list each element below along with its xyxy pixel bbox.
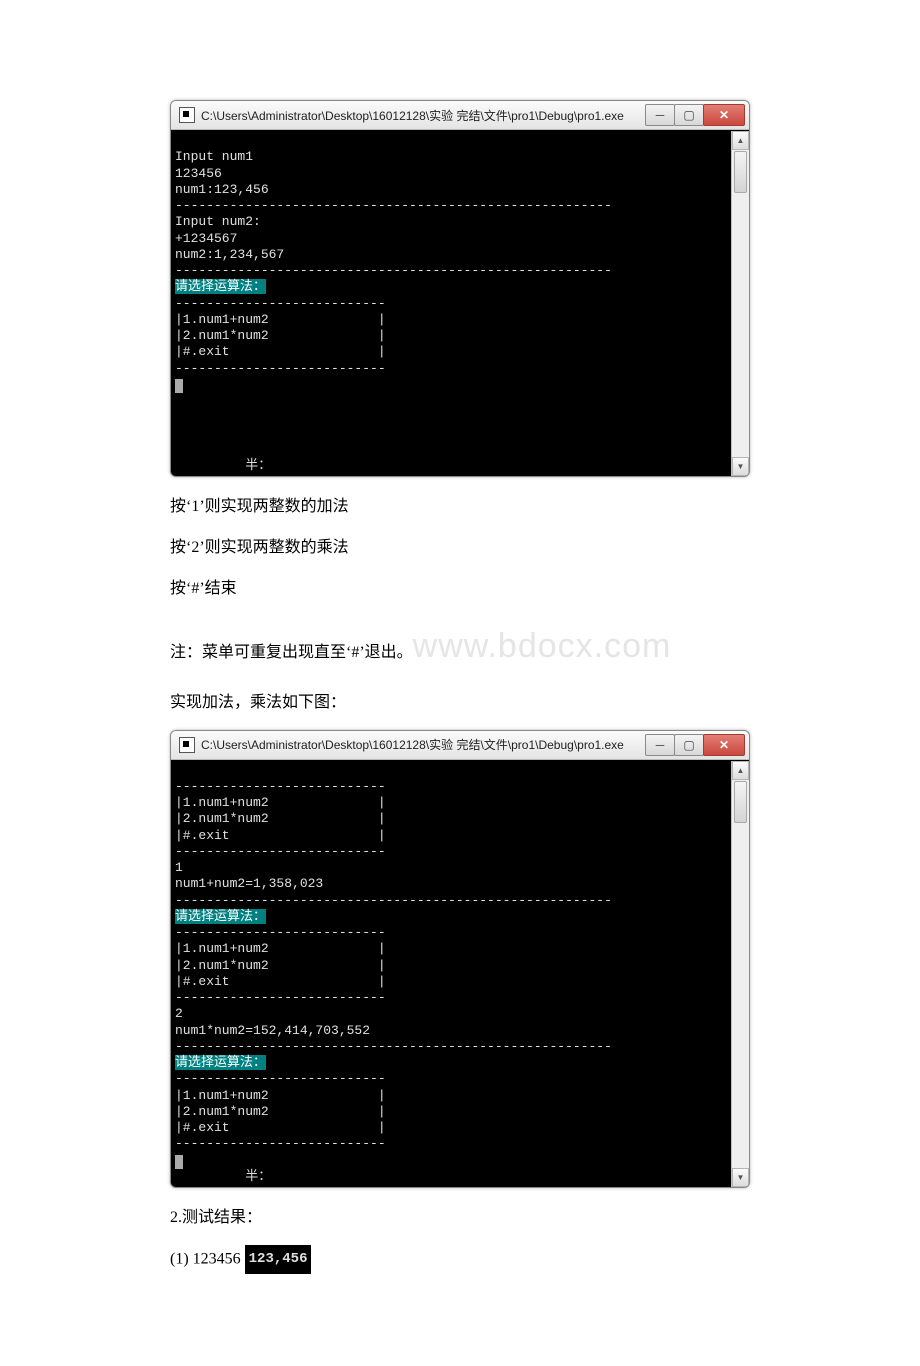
caption-line: 注：菜单可重复出现直至‘#’退出。www.bdocx.com <box>170 616 750 677</box>
console-line: Input num2: <box>175 214 261 229</box>
console-line: |#.exit | <box>175 344 386 359</box>
document-page: C:\Users\Administrator\Desktop\16012128\… <box>0 0 920 1366</box>
window-controls: ─ ▢ ✕ <box>646 734 745 756</box>
scroll-thumb[interactable] <box>734 151 747 193</box>
scroll-down-button[interactable]: ▼ <box>732 1168 749 1187</box>
console-footer: 半： <box>245 1169 271 1184</box>
console-line: |1.num1+num2 | <box>175 312 386 327</box>
console-line: --------------------------- <box>175 296 386 311</box>
scroll-up-button[interactable]: ▲ <box>732 131 749 150</box>
console-client-area: --------------------------- |1.num1+num2… <box>171 760 749 1188</box>
cursor-icon <box>175 379 183 393</box>
console-line: |1.num1+num2 | <box>175 941 386 956</box>
console-line: |1.num1+num2 | <box>175 795 386 810</box>
console-line: |#.exit | <box>175 828 386 843</box>
maximize-button[interactable]: ▢ <box>674 104 704 126</box>
vertical-scrollbar[interactable]: ▲ ▼ <box>731 761 749 1188</box>
console-footer: 半： <box>245 458 271 473</box>
vertical-scrollbar[interactable]: ▲ ▼ <box>731 131 749 476</box>
console-line: ----------------------------------------… <box>175 893 612 908</box>
cursor-icon <box>175 1155 183 1169</box>
console-line: Input num1 <box>175 149 253 164</box>
console-client-area: Input num1 123456 num1:123,456 ---------… <box>171 130 749 476</box>
console-line: +1234567 <box>175 231 237 246</box>
close-button[interactable]: ✕ <box>703 734 745 756</box>
titlebar[interactable]: C:\Users\Administrator\Desktop\16012128\… <box>171 731 749 760</box>
console-line: --------------------------- <box>175 925 386 940</box>
window-title: C:\Users\Administrator\Desktop\16012128\… <box>201 736 646 753</box>
console-line: --------------------------- <box>175 1071 386 1086</box>
console-window-1: C:\Users\Administrator\Desktop\16012128\… <box>170 100 750 477</box>
console-prompt-highlight: 请选择运算法： <box>175 1055 266 1070</box>
result-prefix: (1) 123456 <box>170 1250 245 1267</box>
console-line: 123456 <box>175 166 222 181</box>
caption-line: 按‘2’则实现两整数的乘法 <box>170 534 750 563</box>
note-text: 注：菜单可重复出现直至‘#’退出。 <box>170 644 413 661</box>
minimize-button[interactable]: ─ <box>645 734 675 756</box>
console-line: num2:1,234,567 <box>175 247 284 262</box>
window-controls: ─ ▢ ✕ <box>646 104 745 126</box>
console-line: |#.exit | <box>175 1120 386 1135</box>
result-value-chip: 123,456 <box>245 1245 312 1274</box>
console-line: ----------------------------------------… <box>175 198 612 213</box>
section-heading: 2.测试结果： <box>170 1204 750 1233</box>
app-icon <box>179 107 195 123</box>
console-line: --------------------------- <box>175 990 386 1005</box>
console-line: num1:123,456 <box>175 182 269 197</box>
scroll-track[interactable] <box>732 194 749 457</box>
console-line: |1.num1+num2 | <box>175 1088 386 1103</box>
console-line: ----------------------------------------… <box>175 1039 612 1054</box>
app-icon <box>179 737 195 753</box>
console-output[interactable]: --------------------------- |1.num1+num2… <box>171 761 731 1188</box>
result-line: (1) 123456 123,456 <box>170 1245 750 1274</box>
console-line: --------------------------- <box>175 1136 386 1151</box>
minimize-button[interactable]: ─ <box>645 104 675 126</box>
console-prompt-highlight: 请选择运算法： <box>175 279 266 294</box>
console-line: num1+num2=1,358,023 <box>175 876 323 891</box>
console-line: 2 <box>175 1006 183 1021</box>
console-line: |2.num1*num2 | <box>175 958 386 973</box>
scroll-thumb[interactable] <box>734 781 747 823</box>
window-title: C:\Users\Administrator\Desktop\16012128\… <box>201 107 646 124</box>
console-line: --------------------------- <box>175 844 386 859</box>
console-prompt-highlight: 请选择运算法： <box>175 909 266 924</box>
scroll-track[interactable] <box>732 824 749 1169</box>
console-line: --------------------------- <box>175 779 386 794</box>
caption-line: 按‘#’结束 <box>170 575 750 604</box>
console-line: |2.num1*num2 | <box>175 811 386 826</box>
scroll-down-button[interactable]: ▼ <box>732 457 749 476</box>
console-line: ----------------------------------------… <box>175 263 612 278</box>
close-button[interactable]: ✕ <box>703 104 745 126</box>
console-line: |#.exit | <box>175 974 386 989</box>
console-line: --------------------------- <box>175 361 386 376</box>
maximize-button[interactable]: ▢ <box>674 734 704 756</box>
console-output[interactable]: Input num1 123456 num1:123,456 ---------… <box>171 131 731 476</box>
titlebar[interactable]: C:\Users\Administrator\Desktop\16012128\… <box>171 101 749 130</box>
caption-line: 实现加法，乘法如下图： <box>170 689 750 718</box>
console-line: num1*num2=152,414,703,552 <box>175 1023 370 1038</box>
console-line: |2.num1*num2 | <box>175 1104 386 1119</box>
scroll-up-button[interactable]: ▲ <box>732 761 749 780</box>
console-line: 1 <box>175 860 183 875</box>
watermark-text: www.bdocx.com <box>413 627 672 665</box>
caption-line: 按‘1’则实现两整数的加法 <box>170 493 750 522</box>
console-line: |2.num1*num2 | <box>175 328 386 343</box>
console-window-2: C:\Users\Administrator\Desktop\16012128\… <box>170 730 750 1189</box>
